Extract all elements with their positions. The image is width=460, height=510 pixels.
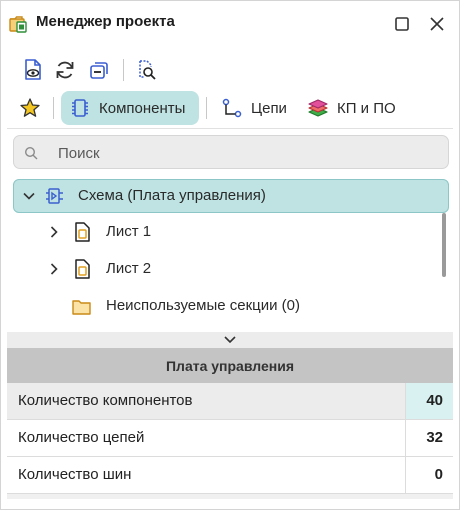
search-input[interactable] [58, 142, 438, 164]
tab-components-label: Компоненты [99, 99, 186, 117]
search-box[interactable] [13, 135, 449, 169]
splitter-handle[interactable] [7, 332, 453, 348]
project-manager-icon [8, 14, 28, 34]
property-row[interactable]: Количество шин 0 [7, 457, 453, 494]
property-row[interactable]: Количество компонентов 40 [7, 383, 453, 420]
toolbar [1, 53, 459, 87]
view-tabs: Компоненты Цепи КП и ПО [1, 89, 459, 127]
property-key: Количество компонентов [18, 392, 193, 409]
tree-item-sheet[interactable]: Лист 1 [13, 215, 449, 249]
tab-pcb-po-label: КП и ПО [337, 99, 396, 117]
tree-item-label: Неиспользуемые секции (0) [106, 297, 300, 314]
find-icon[interactable] [135, 58, 159, 82]
property-value-cell [405, 457, 453, 493]
tree-item-label: Лист 2 [106, 260, 152, 277]
title-bar: Менеджер проекта [1, 1, 459, 47]
view-document-icon[interactable] [21, 58, 45, 82]
folder-icon [72, 300, 91, 315]
tree-item-label: Схема (Плата управления) [78, 187, 266, 204]
close-icon[interactable] [426, 13, 448, 35]
layers-icon [308, 99, 328, 117]
toolbar-separator [123, 59, 124, 81]
tab-nets[interactable]: Цепи [213, 91, 295, 125]
tree-item-schematic[interactable]: Схема (Плата управления) [13, 179, 449, 213]
chevron-right-icon[interactable] [47, 262, 61, 276]
tab-components[interactable]: Компоненты [61, 91, 199, 125]
chevron-down-icon[interactable] [22, 189, 36, 203]
refresh-icon[interactable] [53, 58, 77, 82]
bottom-scroll-area [7, 494, 453, 499]
property-key: Количество шин [18, 466, 132, 483]
sheet-icon [75, 222, 90, 242]
chevron-down-icon[interactable] [223, 334, 237, 346]
properties-header: Плата управления [7, 348, 453, 383]
project-manager-panel: Менеджер проекта Компоненты Цепи КП и ПО… [0, 0, 460, 510]
search-icon [24, 146, 38, 160]
divider [7, 128, 453, 129]
property-value: 0 [434, 466, 443, 483]
chevron-right-icon[interactable] [47, 225, 61, 239]
tree-item-label: Лист 1 [106, 223, 152, 240]
property-value: 40 [426, 392, 443, 409]
window-title: Менеджер проекта [36, 13, 175, 30]
tab-nets-label: Цепи [251, 99, 287, 117]
component-icon [72, 99, 88, 117]
property-key: Количество цепей [18, 429, 145, 446]
tree-item-sheet[interactable]: Лист 2 [13, 252, 449, 286]
tree-scrollbar[interactable] [442, 213, 446, 277]
net-icon [222, 98, 242, 118]
tab-separator [206, 97, 207, 119]
property-row[interactable]: Количество цепей 32 [7, 420, 453, 457]
tab-pcb-po[interactable]: КП и ПО [299, 91, 404, 125]
collapse-all-icon[interactable] [87, 58, 111, 82]
sheet-icon [75, 259, 90, 279]
property-value: 32 [426, 429, 443, 446]
tab-separator [53, 97, 54, 119]
tree-item-unused-sections[interactable]: Неиспользуемые секции (0) [13, 289, 449, 323]
schematic-icon [46, 188, 63, 204]
tab-favorites[interactable] [13, 91, 55, 125]
maximize-icon[interactable] [391, 13, 413, 35]
star-icon [20, 98, 40, 117]
